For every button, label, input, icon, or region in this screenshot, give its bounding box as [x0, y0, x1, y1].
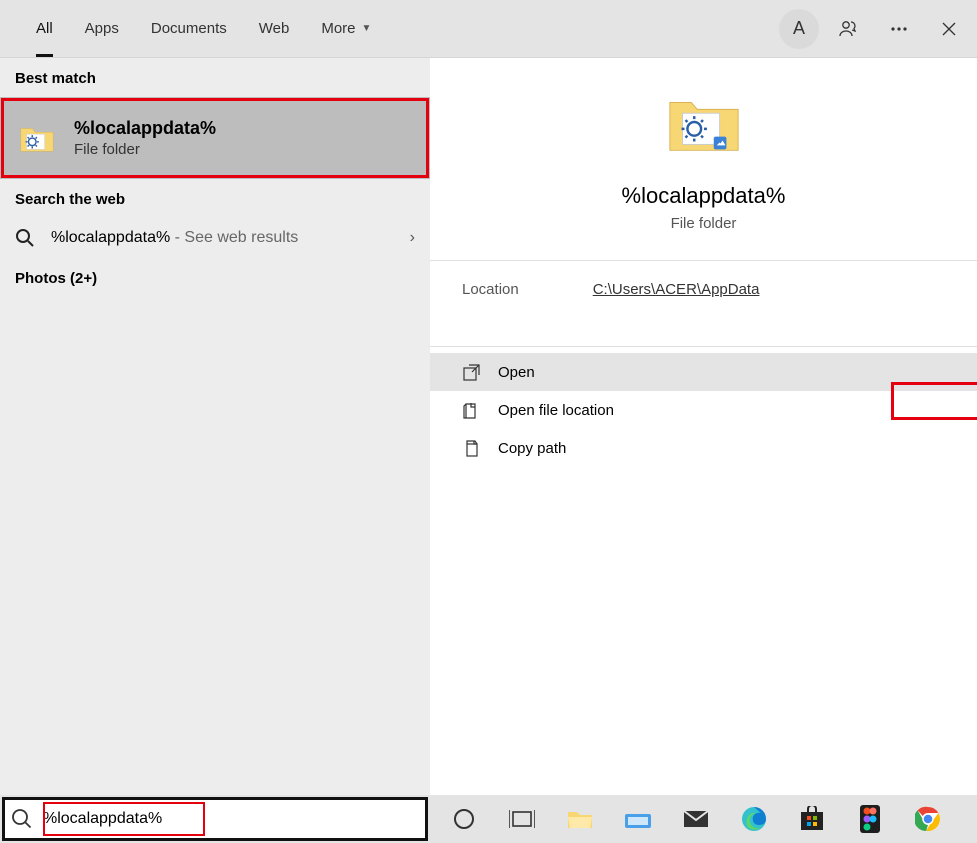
best-match-subtitle: File folder	[74, 141, 216, 158]
preview-title: %localappdata%	[450, 183, 957, 209]
more-options-icon[interactable]	[879, 9, 919, 49]
search-icon	[11, 808, 33, 830]
file-explorer-icon[interactable]	[566, 805, 594, 833]
chevron-down-icon: ▼	[362, 23, 372, 34]
preview-header: %localappdata% File folder	[430, 58, 977, 232]
mail-icon[interactable]	[682, 805, 710, 833]
taskbar-icons	[430, 795, 977, 843]
keyboard-icon[interactable]	[624, 805, 652, 833]
folder-large-icon	[665, 88, 743, 158]
location-label: Location	[462, 281, 519, 298]
web-query: %localappdata%	[51, 229, 170, 246]
tab-apps[interactable]: Apps	[69, 0, 135, 57]
search-icon	[15, 228, 35, 248]
microsoft-store-icon[interactable]	[798, 805, 826, 833]
results-panel: Best match %localappdata% File folder Se…	[0, 58, 430, 795]
tab-more[interactable]: More ▼	[305, 0, 387, 57]
action-list: Open Open file location Copy path	[430, 353, 977, 467]
main-content: Best match %localappdata% File folder Se…	[0, 58, 977, 795]
search-web-label: Search the web	[0, 179, 430, 218]
search-box-container	[0, 795, 430, 843]
taskbar	[0, 795, 977, 843]
action-open[interactable]: Open	[430, 353, 977, 391]
web-result-text: %localappdata% - See web results	[51, 229, 394, 247]
preview-panel: %localappdata% File folder Location C:\U…	[430, 58, 977, 795]
folder-icon	[18, 119, 56, 157]
web-suffix: - See web results	[170, 229, 298, 246]
tab-all[interactable]: All	[20, 0, 69, 57]
photos-result[interactable]: Photos (2+)	[0, 258, 430, 299]
action-copy-path[interactable]: Copy path	[430, 429, 977, 467]
action-open-file-location-label: Open file location	[498, 402, 614, 419]
best-match-result[interactable]: %localappdata% File folder	[0, 97, 430, 179]
open-icon	[462, 363, 480, 381]
chevron-right-icon: ›	[410, 229, 415, 247]
tab-more-label: More	[321, 20, 355, 37]
search-input[interactable]	[43, 800, 417, 838]
tab-documents[interactable]: Documents	[135, 0, 243, 57]
location-row: Location C:\Users\ACER\AppData	[430, 261, 977, 318]
action-copy-path-label: Copy path	[498, 440, 566, 457]
preview-subtitle: File folder	[450, 215, 957, 232]
location-path[interactable]: C:\Users\ACER\AppData	[593, 281, 760, 298]
copy-icon	[462, 439, 480, 457]
filter-tabs: All Apps Documents Web More ▼	[20, 0, 387, 57]
edge-icon[interactable]	[740, 805, 768, 833]
web-search-result[interactable]: %localappdata% - See web results ›	[0, 218, 430, 258]
divider	[430, 346, 977, 347]
task-view-icon[interactable]	[508, 805, 536, 833]
best-match-label: Best match	[0, 58, 430, 97]
search-tabs-bar: All Apps Documents Web More ▼ A	[0, 0, 977, 58]
search-box[interactable]	[2, 797, 428, 841]
top-right-controls: A	[779, 9, 969, 49]
folder-open-icon	[462, 401, 480, 419]
chrome-icon[interactable]	[914, 805, 942, 833]
best-match-title: %localappdata%	[74, 118, 216, 139]
action-open-file-location[interactable]: Open file location	[430, 391, 977, 429]
cortana-icon[interactable]	[450, 805, 478, 833]
figma-icon[interactable]	[856, 805, 884, 833]
feedback-icon[interactable]	[829, 9, 869, 49]
close-icon[interactable]	[929, 9, 969, 49]
tab-web[interactable]: Web	[243, 0, 306, 57]
best-match-text: %localappdata% File folder	[74, 118, 216, 158]
user-avatar[interactable]: A	[779, 9, 819, 49]
action-open-label: Open	[498, 364, 535, 381]
